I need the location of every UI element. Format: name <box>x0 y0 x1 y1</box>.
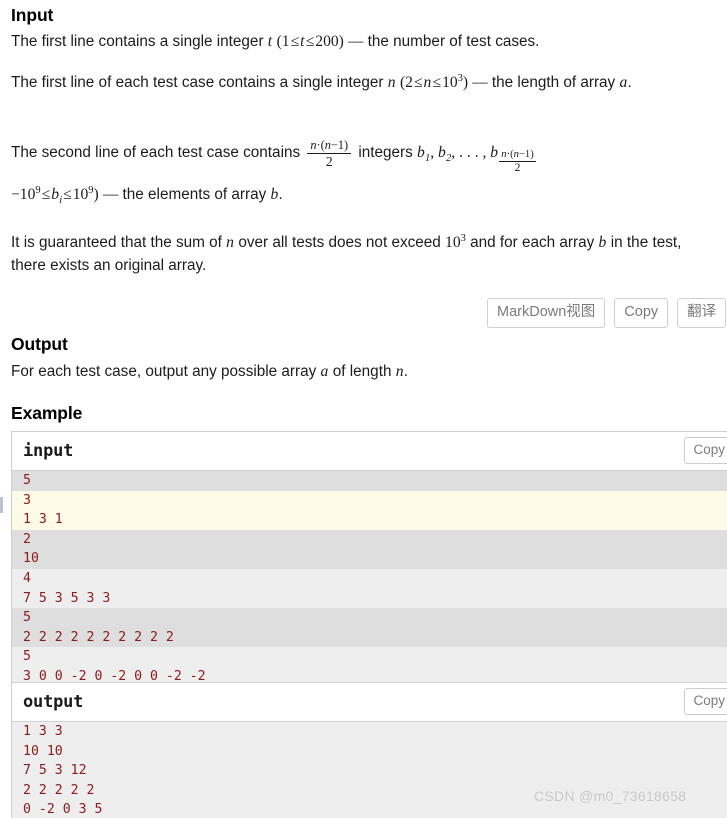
code-line: 7 5 3 5 3 3 <box>12 588 727 609</box>
code-line: 5 <box>12 647 727 667</box>
p2-base: 10 <box>442 74 458 91</box>
out-period: . <box>403 363 408 380</box>
example-input-block: input Copy 531 3 1 2 10 4 7 5 3 5 3 352 2 2 … <box>11 431 727 688</box>
code-line: 2 <box>12 529 727 550</box>
example-input-label: input <box>23 441 74 461</box>
sub-frac-num-rest: −1) <box>518 148 534 160</box>
sub-frac-denominator: 2 <box>499 160 536 174</box>
example-output-label: output <box>23 692 84 712</box>
example-section-heading: Example <box>11 403 82 425</box>
p1-lead: The first line contains a single integer <box>11 33 268 50</box>
p1-low: 1 <box>281 33 290 50</box>
input-paragraph-1: The first line contains a single integer… <box>11 30 711 54</box>
p3l2-negative: − <box>11 186 20 203</box>
p3l2-paren-close: ) <box>93 186 99 203</box>
code-line: 3 <box>12 490 727 511</box>
p2-le-1: ≤ <box>413 74 423 91</box>
p2-var-n: n <box>387 74 396 91</box>
output-paragraph: For each test case, output any possible … <box>11 360 711 384</box>
code-line: 10 <box>12 549 727 569</box>
out-var-n: n <box>395 363 404 380</box>
p4-var-n: n <box>226 234 235 251</box>
p3l2-tail: the elements of array <box>122 186 271 203</box>
p3l2-base-2: 10 <box>72 186 89 203</box>
p1-high: 200 <box>315 33 339 50</box>
p3l2-emdash: — <box>102 186 119 203</box>
p4-lead: It is guaranteed that the sum of <box>11 234 227 251</box>
copy-output-button[interactable]: Copy <box>684 688 727 715</box>
code-line: 4 <box>12 568 727 589</box>
example-input-lines: 531 3 1 2 10 4 7 5 3 5 3 352 2 2 2 2 2 2 2 2… <box>12 471 727 687</box>
p2-le-2: ≤ <box>432 74 442 91</box>
output-section-heading: Output <box>11 334 68 356</box>
p4-var-b: b <box>598 234 607 251</box>
out-var-a: a <box>320 363 329 380</box>
problem-statement-page: Input The first line contains a single i… <box>0 0 727 818</box>
sub-frac-num-dot: ·( <box>506 148 514 160</box>
p2-period: . <box>627 74 632 91</box>
code-line: 1 3 1 <box>12 510 727 530</box>
out-lead: For each test case, output any possible … <box>11 363 321 380</box>
copy-statement-button[interactable]: Copy <box>614 298 669 328</box>
scroll-marker <box>0 497 3 513</box>
p3l2-var-b: b <box>51 186 60 203</box>
fraction-n-times-n-minus-1-over-2: n·(n−1) 2 <box>307 138 352 169</box>
copy-input-button[interactable]: Copy <box>684 437 727 464</box>
code-line: 7 5 3 12 <box>12 761 727 781</box>
p4-mid: over all tests does not exceed <box>234 234 446 251</box>
input-title: Input <box>11 5 54 25</box>
p3-lead: The second line of each test case contai… <box>11 143 305 161</box>
p3-b1: b <box>417 143 425 161</box>
p3l2-period: . <box>278 186 283 203</box>
p2-var-n2: n <box>423 74 432 91</box>
input-paragraph-3-line-1: The second line of each test case contai… <box>11 138 727 174</box>
p1-le-2: ≤ <box>305 33 315 50</box>
p2-low: 2 <box>405 74 413 91</box>
p3l2-le-2: ≤ <box>63 186 72 203</box>
p1-tail: the number of test cases. <box>367 33 540 50</box>
p1-paren-close: ) <box>338 33 344 50</box>
input-paragraph-4: It is guaranteed that the sum of n over … <box>11 231 717 277</box>
out-mid: of length <box>328 363 396 380</box>
p1-var-t: t <box>267 33 273 50</box>
markdown-view-button[interactable]: MarkDown视图 <box>487 298 606 328</box>
output-title: Output <box>11 334 68 354</box>
subscript-fraction-n-times-n-minus-1-over-2: n·(n−1) 2 <box>499 148 536 174</box>
example-input-header: input Copy <box>12 432 727 471</box>
p2-tail: the length of array <box>491 74 620 91</box>
statement-toolbar: MarkDown视图 Copy 翻译 <box>487 298 727 328</box>
frac-num-rest: −1) <box>330 138 349 152</box>
p3-comma-1: , <box>430 143 439 161</box>
p4-mid-2: and for each array <box>465 234 599 251</box>
p2-paren-close: ) <box>462 74 469 91</box>
p1-le-1: ≤ <box>290 33 300 50</box>
input-paragraph-2: The first line of each test case contain… <box>11 71 718 95</box>
p3-b2: b <box>438 143 447 161</box>
code-line: 1 3 3 <box>12 722 727 742</box>
input-paragraph-3-line-2: −109≤bi≤109) — the elements of array b. <box>11 183 718 207</box>
p1-emdash: — <box>348 33 364 50</box>
p3-mid: integers <box>354 143 417 161</box>
example-output-header: output Copy <box>12 683 727 722</box>
example-title: Example <box>11 403 83 423</box>
input-section-heading: Input <box>11 5 53 27</box>
p3l2-base-1: 10 <box>19 186 36 203</box>
code-line: 5 <box>12 471 727 491</box>
code-line: 5 <box>12 608 727 628</box>
p3l2-le-1: ≤ <box>41 186 51 203</box>
p3-comma-ellipsis: , . . . , <box>451 143 491 161</box>
frac-denominator: 2 <box>307 152 352 169</box>
p4-base: 10 <box>445 234 461 251</box>
p2-emdash: — <box>472 74 488 91</box>
p2-lead: The first line of each test case contain… <box>11 74 388 91</box>
frac-num-dot: ·( <box>316 138 325 152</box>
p3-b-last: b <box>490 143 499 161</box>
code-line: 10 10 <box>12 741 727 762</box>
code-line: 2 2 2 2 2 2 2 2 2 2 <box>12 627 727 648</box>
translate-button[interactable]: 翻译 <box>677 298 727 328</box>
p3l2-exp-1: 9 <box>35 184 41 196</box>
csdn-watermark: CSDN @m0_73618658 <box>534 788 687 804</box>
